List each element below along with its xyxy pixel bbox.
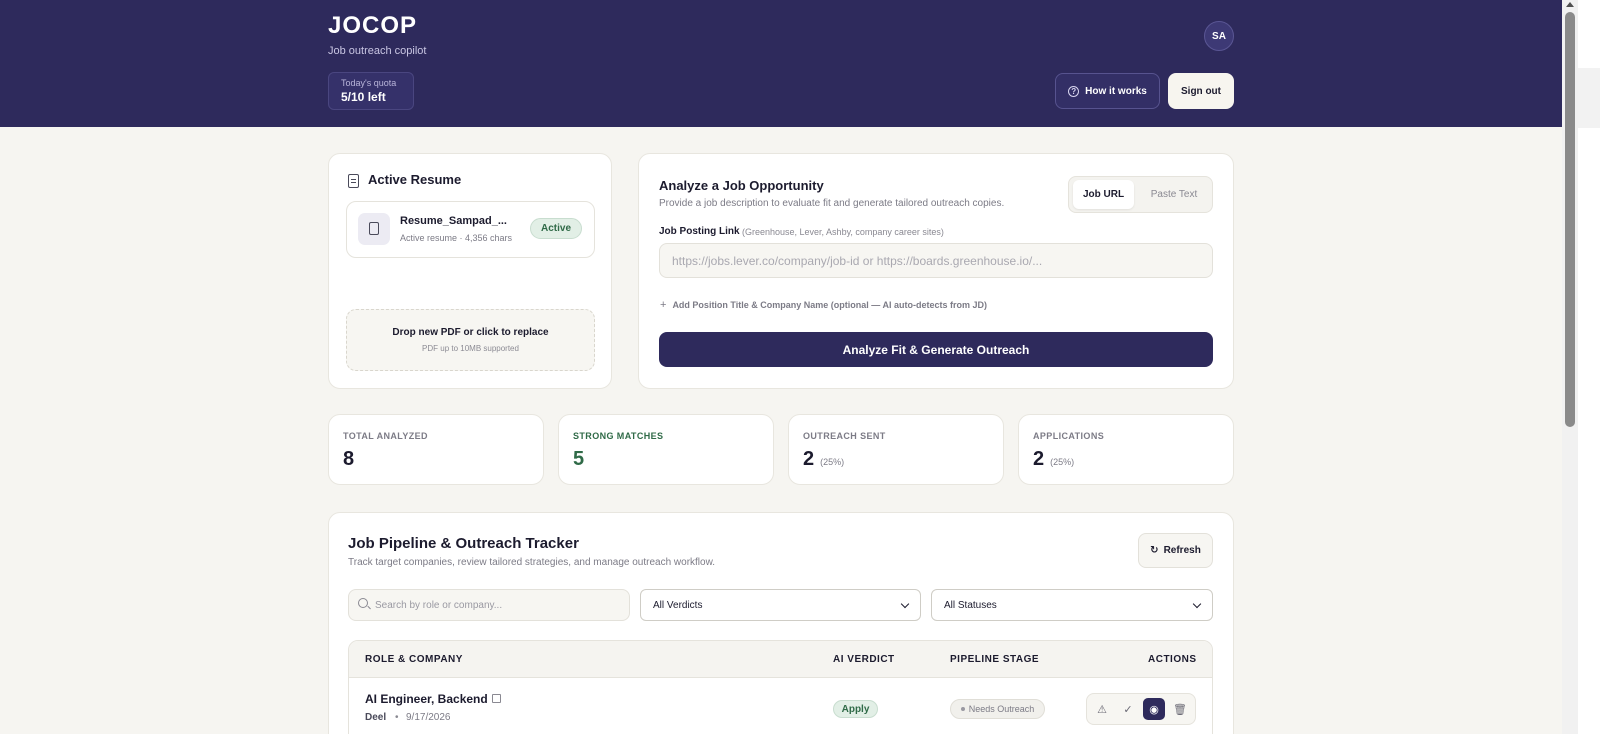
- row-company: Deel: [365, 712, 387, 723]
- resume-card-title: Active Resume: [368, 172, 462, 187]
- stat-applications: APPLICATIONS 2 (25%): [1018, 414, 1234, 485]
- verdict-filter-value: All Verdicts: [653, 599, 703, 611]
- resume-status-badge: Active: [530, 218, 582, 239]
- row-date: 9/17/2026: [406, 712, 451, 723]
- column-header-stage[interactable]: PIPELINE STAGE: [950, 654, 1039, 665]
- stat-percent: (25%): [1050, 457, 1075, 467]
- column-header-role[interactable]: ROLE & COMPANY: [365, 654, 463, 665]
- stat-label: OUTREACH SENT: [803, 431, 886, 441]
- resume-file-name: Resume_Sampad_...: [400, 215, 507, 227]
- pipeline-subtitle: Track target companies, review tailored …: [348, 557, 716, 568]
- job-link-hint: (Greenhouse, Lever, Ashby, company caree…: [742, 227, 944, 237]
- stat-percent: (25%): [820, 457, 845, 467]
- add-position-label: Add Position Title & Company Name (optio…: [672, 300, 987, 310]
- analyze-subtitle: Provide a job description to evaluate fi…: [659, 198, 1005, 209]
- pipeline-table: ROLE & COMPANY AI VERDICT PIPELINE STAGE…: [348, 640, 1213, 734]
- app-tagline: Job outreach copilot: [328, 45, 427, 57]
- app-logo[interactable]: JOCOP: [328, 12, 417, 40]
- stat-total-analyzed: TOTAL ANALYZED 8: [328, 414, 544, 485]
- search-input[interactable]: [375, 595, 620, 615]
- stat-value: 5: [573, 448, 585, 470]
- chevron-down-icon: [1192, 599, 1202, 608]
- column-header-actions: ACTIONS: [1148, 654, 1197, 665]
- tab-paste-text[interactable]: Paste Text: [1140, 180, 1208, 209]
- eye-icon[interactable]: ◉: [1143, 698, 1165, 720]
- refresh-icon: ↻: [1150, 545, 1159, 556]
- stage-badge: Needs Outreach: [950, 699, 1045, 719]
- stat-label: APPLICATIONS: [1033, 431, 1105, 441]
- resume-file-icon: [358, 213, 390, 245]
- resume-file-meta: Active resume · 4,356 chars: [400, 233, 513, 243]
- tab-job-url[interactable]: Job URL: [1073, 180, 1134, 209]
- row-actions: ⚠ ✓ ◉ 🗑: [1086, 693, 1196, 725]
- quota-label: Today's quota: [341, 78, 397, 88]
- scrollbar-thumb[interactable]: [1565, 12, 1575, 427]
- how-it-works-label: How it works: [1085, 85, 1147, 97]
- scroll-up-icon[interactable]: [1566, 2, 1574, 7]
- refresh-button[interactable]: ↻ Refresh: [1138, 533, 1213, 568]
- how-it-works-button[interactable]: ? How it works: [1055, 73, 1160, 109]
- trash-icon[interactable]: 🗑: [1169, 698, 1191, 720]
- help-circle-icon: ?: [1068, 85, 1080, 97]
- stat-value: 2 (25%): [1033, 448, 1075, 470]
- resume-dropzone[interactable]: [346, 309, 595, 371]
- side-panel-edge: [1578, 68, 1600, 128]
- job-link-label: Job Posting Link: [659, 226, 740, 237]
- search-icon: [358, 598, 368, 608]
- dropzone-subtitle: PDF up to 10MB supported: [422, 344, 519, 353]
- quota-box: Today's quota 5/10 left: [328, 72, 414, 110]
- stage-dot: [960, 707, 965, 711]
- stat-label: TOTAL ANALYZED: [343, 431, 428, 441]
- verdict-filter-select[interactable]: All Verdicts: [640, 589, 921, 621]
- job-url-input[interactable]: [659, 243, 1213, 278]
- user-avatar[interactable]: SA: [1204, 21, 1234, 51]
- external-link-icon[interactable]: [492, 694, 501, 703]
- status-filter-select[interactable]: All Statuses: [931, 589, 1213, 621]
- row-role: AI Engineer, Backend: [365, 692, 488, 706]
- analyze-title: Analyze a Job Opportunity: [659, 178, 824, 193]
- quota-value: 5/10 left: [341, 90, 386, 104]
- stat-strong-matches: STRONG MATCHES 5: [558, 414, 774, 485]
- stat-value: 2 (25%): [803, 448, 845, 470]
- chevron-down-icon: [900, 599, 910, 608]
- app-header: JOCOP Job outreach copilot Today's quota…: [0, 0, 1562, 127]
- plus-icon: +: [660, 299, 667, 311]
- separator-dot: •: [395, 712, 399, 723]
- verdict-badge: Apply: [833, 700, 878, 718]
- stat-label: STRONG MATCHES: [573, 431, 664, 441]
- table-header: ROLE & COMPANY AI VERDICT PIPELINE STAGE…: [349, 641, 1212, 678]
- dropzone-title: Drop new PDF or click to replace: [392, 327, 549, 338]
- analyze-button[interactable]: Analyze Fit & Generate Outreach: [659, 332, 1213, 367]
- stage-label: Needs Outreach: [968, 704, 1035, 714]
- pipeline-title: Job Pipeline & Outreach Tracker: [348, 535, 579, 552]
- status-filter-value: All Statuses: [944, 599, 997, 611]
- column-header-verdict[interactable]: AI VERDICT: [833, 654, 895, 665]
- sign-out-button[interactable]: Sign out: [1168, 73, 1234, 109]
- document-icon: [348, 174, 359, 188]
- warning-icon[interactable]: ⚠: [1091, 698, 1113, 720]
- stat-value: 8: [343, 448, 355, 470]
- refresh-label: Refresh: [1163, 545, 1201, 556]
- add-position-toggle[interactable]: + Add Position Title & Company Name (opti…: [660, 299, 987, 311]
- stat-outreach-sent: OUTREACH SENT 2 (25%): [788, 414, 1004, 485]
- check-circle-icon[interactable]: ✓: [1117, 698, 1139, 720]
